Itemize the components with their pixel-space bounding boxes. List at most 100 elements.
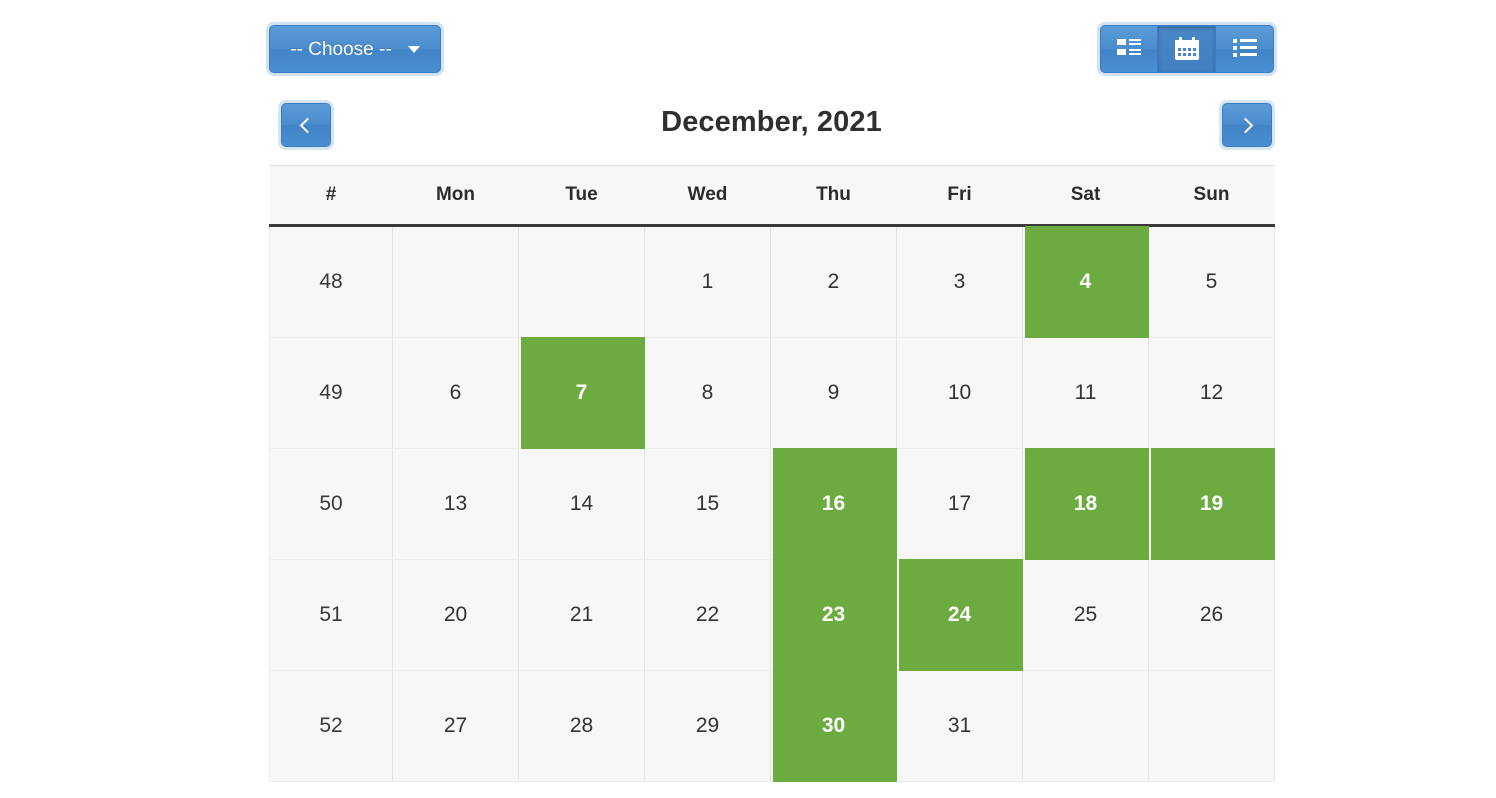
calendar-day-cell[interactable]: 5 xyxy=(1148,225,1275,338)
day-number: 15 xyxy=(695,492,720,515)
calendar-day-cell[interactable]: 26 xyxy=(1148,559,1275,671)
calendar-day-cell-highlighted[interactable]: 19 xyxy=(1148,448,1275,560)
calendar-day-cell-highlighted[interactable]: 16 xyxy=(770,448,897,560)
calendar-header: December, 2021 xyxy=(269,100,1274,152)
day-number: 3 xyxy=(953,270,966,293)
day-number: 13 xyxy=(443,492,468,515)
calendar-day-cell[interactable]: 28 xyxy=(518,670,645,782)
column-header-tue: Tue xyxy=(518,165,645,227)
calendar-day-cell[interactable]: 13 xyxy=(392,448,519,560)
calendar-day-cell[interactable]: 22 xyxy=(644,559,771,671)
week-number-cell: 51 xyxy=(269,559,393,671)
calendar-week-row: 50 13 14 15 16 17 18 19 xyxy=(269,448,1275,560)
chevron-right-icon xyxy=(1237,117,1254,133)
column-header-thu: Thu xyxy=(770,165,897,227)
day-number: 16 xyxy=(821,492,846,515)
week-number-cell: 50 xyxy=(269,448,393,560)
calendar-day-cell[interactable]: 9 xyxy=(770,337,897,449)
calendar-day-cell[interactable]: 6 xyxy=(392,337,519,449)
day-number: 2 xyxy=(827,270,840,293)
week-number-cell: 48 xyxy=(269,225,393,338)
calendar-day-cell-highlighted[interactable]: 18 xyxy=(1022,448,1149,560)
calendar-day-cell-highlighted[interactable]: 4 xyxy=(1022,225,1149,338)
calendar-day-cell[interactable]: 14 xyxy=(518,448,645,560)
day-number: 19 xyxy=(1199,492,1224,515)
day-number: 24 xyxy=(947,603,972,626)
choose-dropdown-label: -- Choose -- xyxy=(290,38,392,60)
view-button-list[interactable] xyxy=(1216,25,1274,73)
day-number: 23 xyxy=(821,603,846,626)
calendar-day-cell[interactable]: 31 xyxy=(896,670,1023,782)
calendar-day-cell[interactable]: 10 xyxy=(896,337,1023,449)
th-list-icon xyxy=(1116,38,1142,60)
day-number: 7 xyxy=(575,381,588,404)
day-number: 5 xyxy=(1205,270,1218,293)
calendar-page: -- Choose -- December, 2021 # Mon Tue We… xyxy=(0,0,1496,798)
day-number: 1 xyxy=(701,270,714,293)
calendar-day-cell[interactable]: 25 xyxy=(1022,559,1149,671)
calendar-table: # Mon Tue Wed Thu Fri Sat Sun 48 1 2 3 4 5 49 6 7 8 9 10 11… xyxy=(269,165,1275,782)
choose-dropdown-button[interactable]: -- Choose -- xyxy=(269,25,441,73)
column-header-sun: Sun xyxy=(1148,165,1275,227)
page-title: December, 2021 xyxy=(661,106,882,138)
calendar-day-cell[interactable]: 27 xyxy=(392,670,519,782)
day-number: 27 xyxy=(443,714,468,737)
view-mode-button-group xyxy=(1100,25,1274,73)
calendar-day-cell[interactable]: 21 xyxy=(518,559,645,671)
calendar-day-cell[interactable]: 12 xyxy=(1148,337,1275,449)
day-number: 4 xyxy=(1079,270,1092,293)
calendar-day-cell[interactable]: 3 xyxy=(896,225,1023,338)
day-number: 31 xyxy=(947,714,972,737)
day-number: 12 xyxy=(1199,381,1224,404)
column-header-week: # xyxy=(269,165,393,227)
calendar-day-cell[interactable]: 8 xyxy=(644,337,771,449)
calendar-week-row: 51 20 21 22 23 24 25 26 xyxy=(269,559,1275,671)
day-number: 30 xyxy=(821,714,846,737)
calendar-day-cell-highlighted[interactable]: 23 xyxy=(770,559,897,671)
next-month-button[interactable] xyxy=(1222,103,1272,147)
calendar-day-cell[interactable]: 11 xyxy=(1022,337,1149,449)
day-number: 20 xyxy=(443,603,468,626)
calendar-day-cell[interactable]: 20 xyxy=(392,559,519,671)
day-number: 22 xyxy=(695,603,720,626)
day-number: 18 xyxy=(1073,492,1098,515)
day-number: 17 xyxy=(947,492,972,515)
list-ul-icon xyxy=(1232,38,1258,60)
calendar-week-row: 48 1 2 3 4 5 xyxy=(269,225,1275,338)
calendar-week-row: 52 27 28 29 30 31 xyxy=(269,670,1275,782)
day-number: 28 xyxy=(569,714,594,737)
calendar-day-cell-highlighted[interactable]: 7 xyxy=(518,337,645,449)
calendar-day-cell[interactable]: 2 xyxy=(770,225,897,338)
calendar-day-cell-highlighted[interactable]: 30 xyxy=(770,670,897,782)
chevron-down-icon xyxy=(407,45,420,53)
week-number-cell: 52 xyxy=(269,670,393,782)
calendar-icon xyxy=(1174,37,1200,61)
calendar-week-row: 49 6 7 8 9 10 11 12 xyxy=(269,337,1275,449)
day-number: 10 xyxy=(947,381,972,404)
day-number: 21 xyxy=(569,603,594,626)
column-header-wed: Wed xyxy=(644,165,771,227)
column-header-mon: Mon xyxy=(392,165,519,227)
toolbar: -- Choose -- xyxy=(269,14,1274,86)
calendar-day-cell xyxy=(392,225,519,338)
day-number: 6 xyxy=(449,381,462,404)
week-number-cell: 49 xyxy=(269,337,393,449)
column-header-sat: Sat xyxy=(1022,165,1149,227)
calendar-day-cell[interactable]: 15 xyxy=(644,448,771,560)
day-number: 25 xyxy=(1073,603,1098,626)
day-number: 11 xyxy=(1074,381,1097,404)
view-button-th-list[interactable] xyxy=(1100,25,1158,73)
day-number: 9 xyxy=(827,381,840,404)
calendar-day-cell[interactable]: 1 xyxy=(644,225,771,338)
calendar-day-cell[interactable]: 17 xyxy=(896,448,1023,560)
calendar-header-row: # Mon Tue Wed Thu Fri Sat Sun xyxy=(269,165,1275,227)
calendar-day-cell xyxy=(1148,670,1275,782)
day-number: 26 xyxy=(1199,603,1224,626)
calendar-day-cell xyxy=(518,225,645,338)
calendar-day-cell-highlighted[interactable]: 24 xyxy=(896,559,1023,671)
day-number: 14 xyxy=(569,492,594,515)
calendar-day-cell[interactable]: 29 xyxy=(644,670,771,782)
view-button-calendar[interactable] xyxy=(1158,25,1216,73)
day-number: 29 xyxy=(695,714,720,737)
calendar-day-cell xyxy=(1022,670,1149,782)
